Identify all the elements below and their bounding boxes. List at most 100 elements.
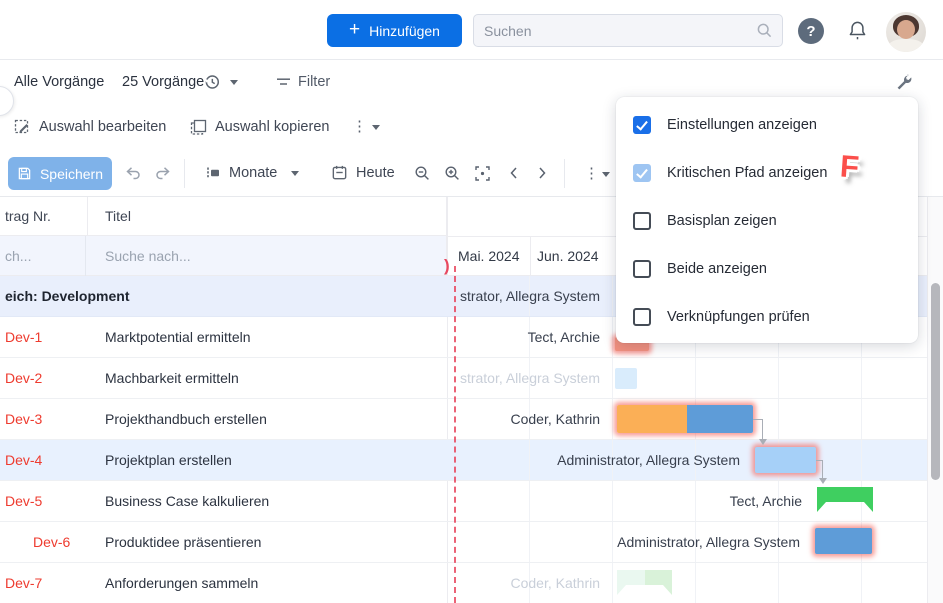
zoom-in-icon[interactable] [444, 165, 461, 182]
more-caret-icon[interactable] [372, 125, 380, 130]
edit-selection-icon [14, 119, 31, 136]
topbar: + Hinzufügen ? [0, 0, 943, 60]
month-label: Mai. 2024 [458, 236, 519, 276]
help-icon[interactable]: ? [798, 18, 824, 44]
assignee-label: Tect, Archie [730, 481, 802, 521]
filter-button[interactable]: Filter [298, 60, 330, 104]
column-header-id[interactable]: trag Nr. [0, 197, 88, 236]
task-id[interactable]: Dev-4 [0, 440, 88, 480]
notifications-bell-icon[interactable] [847, 20, 868, 42]
checkbox-unchecked[interactable] [633, 308, 651, 326]
task-title[interactable]: Projektplan erstellen [88, 440, 447, 480]
plus-icon: + [349, 20, 360, 39]
chevron-left-icon[interactable] [506, 165, 522, 181]
month-divider [530, 237, 531, 275]
task-id[interactable]: Dev-6 [0, 522, 88, 562]
task-count: 25 Vorgänge [122, 60, 204, 104]
scale-selector[interactable]: Monate [229, 150, 277, 197]
filter-icon[interactable] [275, 74, 292, 90]
task-title[interactable]: Produktidee präsentieren [88, 522, 447, 562]
gantt-bar[interactable] [815, 528, 872, 554]
table-header: trag Nr. Titel [0, 197, 447, 236]
menu-item[interactable]: Verknüpfungen prüfen [616, 293, 918, 341]
task-row[interactable]: Dev-2Machbarkeit ermitteln strator, Alleg… [0, 358, 943, 399]
redo-icon[interactable] [154, 165, 172, 181]
history-icon[interactable] [203, 73, 221, 91]
task-title[interactable]: Marktpotential ermitteln [88, 317, 447, 357]
gantt-bar[interactable] [755, 447, 816, 473]
assignee-label: Tect, Archie [528, 317, 600, 357]
checkbox-checked[interactable] [633, 116, 651, 134]
more-options-icon[interactable]: ⋮ [352, 119, 367, 134]
search-input[interactable] [474, 23, 756, 39]
gantt-bar[interactable] [617, 405, 753, 433]
task-id[interactable]: Dev-3 [0, 399, 88, 439]
task-title[interactable]: Projekthandbuch erstellen [88, 399, 447, 439]
view-selector[interactable]: Alle Vorgänge [14, 60, 104, 104]
assignee-label: Coder, Kathrin [511, 563, 601, 603]
scale-caret-icon[interactable] [291, 171, 299, 176]
save-button[interactable]: Speichern [8, 157, 112, 190]
history-caret-icon[interactable] [230, 80, 238, 85]
task-id[interactable]: Dev-5 [0, 481, 88, 521]
settings-wrench-icon[interactable] [896, 74, 913, 91]
task-id[interactable]: Dev-7 [0, 563, 88, 603]
gantt-settings-menu: Einstellungen anzeigen Kritischen Pfad an… [616, 97, 918, 343]
menu-item[interactable]: Beide anzeigen [616, 245, 918, 293]
toolbar-divider [564, 159, 565, 188]
column-header-title[interactable]: Titel [88, 197, 446, 236]
checkbox-unchecked[interactable] [633, 212, 651, 230]
checkbox-unchecked[interactable] [633, 260, 651, 278]
search-box[interactable] [473, 14, 783, 47]
timeline-scale-icon [205, 165, 221, 181]
checkbox-checked-light[interactable] [633, 164, 651, 182]
app: + Hinzufügen ? Alle Vorgänge 25 Vorgänge [0, 0, 943, 603]
gantt-bar[interactable] [615, 368, 637, 389]
menu-item-label: Beide anzeigen [667, 261, 767, 277]
task-row[interactable]: Dev-3Projekthandbuch erstellen Coder, Kat… [0, 399, 943, 440]
zoom-out-icon[interactable] [414, 165, 431, 182]
month-label: Jun. 2024 [537, 236, 599, 276]
assignee-label: Administrator, Allegra System [617, 522, 800, 562]
chevron-right-icon[interactable] [534, 165, 550, 181]
menu-item[interactable]: Einstellungen anzeigen [616, 101, 918, 149]
today-calendar-icon [331, 164, 348, 181]
add-button[interactable]: + Hinzufügen [327, 14, 462, 47]
task-id[interactable]: Dev-1 [0, 317, 88, 357]
assignee-label: Administrator, Allegra System [557, 440, 740, 480]
assignee-label: strator, Allegra System [460, 358, 600, 398]
dependency-connector [762, 419, 763, 440]
add-button-label: Hinzufügen [369, 23, 440, 39]
table-filter-row [0, 236, 447, 276]
avatar-face [897, 20, 915, 39]
menu-item[interactable]: Kritischen Pfad anzeigen [616, 149, 918, 197]
menu-item-label: Kritischen Pfad anzeigen [667, 165, 827, 181]
dependency-arrow-icon [759, 439, 767, 445]
copy-selection-icon [190, 119, 207, 136]
group-title: eich: Development [5, 276, 129, 316]
scrollbar-thumb[interactable] [931, 283, 940, 480]
edit-selection-button[interactable]: Auswahl bearbeiten [39, 104, 166, 150]
assignee-label: Coder, Kathrin [511, 399, 601, 439]
filter-title-input[interactable] [88, 236, 438, 276]
dependency-connector [822, 460, 823, 479]
task-title[interactable]: Machbarkeit ermitteln [88, 358, 447, 398]
filter-id-input[interactable] [0, 236, 86, 276]
menu-item[interactable]: Basisplan zeigen [616, 197, 918, 245]
today-button[interactable]: Heute [356, 150, 395, 197]
task-row[interactable]: Dev-4Projektplan erstellen Administrator,… [0, 440, 943, 481]
task-title[interactable]: Anforderungen sammeln [88, 563, 447, 603]
fit-screen-icon[interactable] [474, 165, 491, 182]
undo-icon[interactable] [124, 165, 142, 181]
task-row[interactable]: Dev-7Anforderungen sammeln Coder, Kathrin [0, 563, 943, 603]
vertical-scrollbar[interactable] [927, 197, 943, 603]
gantt-more-icon[interactable]: ⋮ [584, 166, 599, 181]
save-button-label: Speichern [40, 166, 103, 182]
copy-selection-button[interactable]: Auswahl kopieren [215, 104, 329, 150]
user-avatar[interactable] [886, 12, 926, 52]
task-title[interactable]: Business Case kalkulieren [88, 481, 447, 521]
task-id[interactable]: Dev-2 [0, 358, 88, 398]
task-row[interactable]: Dev-6Produktidee präsentieren Administrat… [0, 522, 943, 563]
gantt-caret-icon[interactable] [602, 172, 610, 177]
task-row[interactable]: Dev-5Business Case kalkulieren Tect, Arch… [0, 481, 943, 522]
